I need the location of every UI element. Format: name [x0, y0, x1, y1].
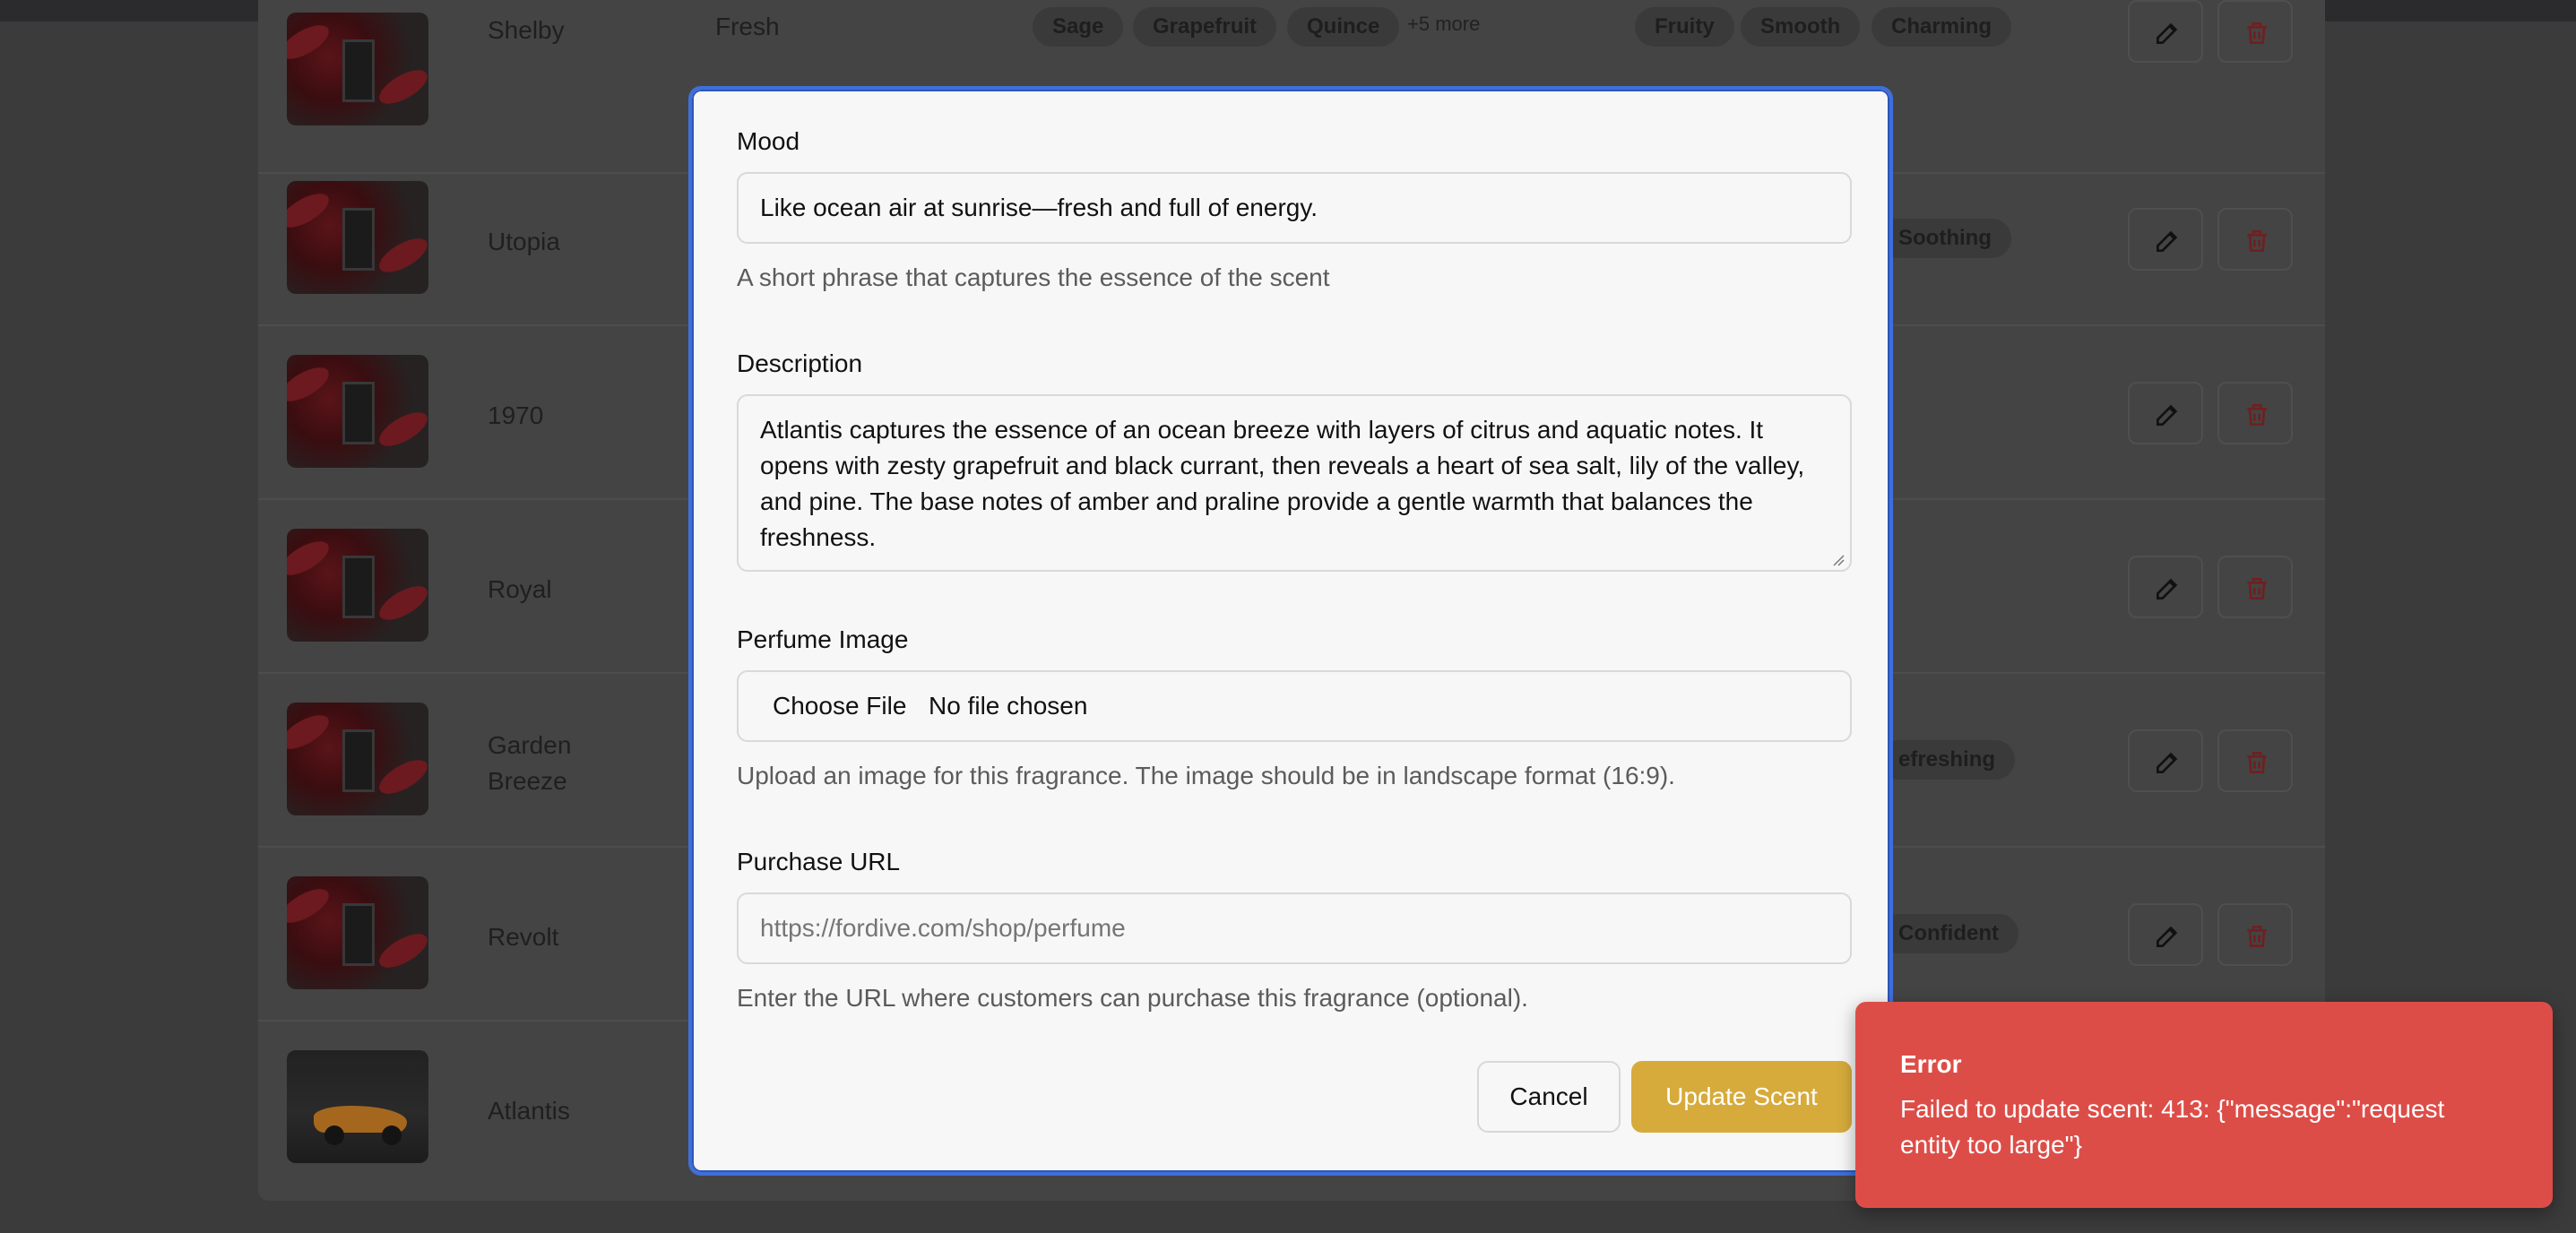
- cancel-button[interactable]: Cancel: [1477, 1061, 1621, 1133]
- choose-file-button[interactable]: Choose File: [773, 672, 906, 740]
- delete-button[interactable]: [2217, 556, 2293, 618]
- edit-button[interactable]: [2128, 556, 2203, 618]
- delete-button[interactable]: [2217, 382, 2293, 444]
- trash-icon: [2247, 578, 2267, 599]
- scent-thumbnail: [287, 181, 428, 294]
- mood-hint: A short phrase that captures the essence…: [737, 263, 1330, 291]
- delete-button[interactable]: [2217, 729, 2293, 792]
- scent-name: Garden Breeze: [488, 731, 572, 795]
- image-hint: Upload an image for this fragrance. The …: [737, 762, 1675, 789]
- scent-thumbnail: [287, 876, 428, 989]
- trash-icon: [2247, 404, 2267, 426]
- toast-title: Error: [1900, 1050, 1962, 1078]
- edit-icon: [2157, 752, 2178, 773]
- update-scent-button[interactable]: Update Scent: [1631, 1061, 1852, 1133]
- edit-scent-modal: Mood A short phrase that captures the es…: [688, 86, 1893, 1176]
- purchase-url-input[interactable]: [737, 892, 1852, 964]
- edit-icon: [2157, 404, 2178, 426]
- scent-thumbnail: [287, 13, 428, 125]
- edit-icon: [2157, 578, 2178, 599]
- purchase-url-hint: Enter the URL where customers can purcha…: [737, 984, 1528, 1012]
- mood-tag: Smooth: [1741, 7, 1861, 47]
- image-file-input[interactable]: Choose File No file chosen: [737, 670, 1852, 742]
- image-label: Perfume Image: [737, 625, 909, 653]
- more-notes-count: +5 more: [1407, 13, 1481, 35]
- edit-icon: [2157, 230, 2178, 252]
- note-tag: Sage: [1033, 7, 1124, 47]
- trash-icon: [2247, 926, 2267, 947]
- scent-name: Atlantis: [488, 1097, 570, 1125]
- trash-icon: [2247, 22, 2267, 44]
- scent-name: 1970: [488, 401, 544, 429]
- mood-tag: Soothing: [1879, 219, 2011, 258]
- scent-name: Royal: [488, 575, 552, 603]
- purchase-url-label: Purchase URL: [737, 848, 901, 875]
- scent-thumbnail: [287, 703, 428, 815]
- mood-tag: Fruity: [1635, 7, 1734, 47]
- mood-tag: Charming: [1871, 7, 2012, 47]
- scent-name: Shelby: [488, 16, 565, 44]
- file-status: No file chosen: [929, 692, 1088, 720]
- edit-button[interactable]: [2128, 0, 2203, 63]
- description-wrapper: Atlantis captures the essence of an ocea…: [692, 394, 1897, 572]
- trash-icon: [2247, 752, 2267, 773]
- edit-icon: [2157, 926, 2178, 947]
- resize-grip-icon[interactable]: [1832, 554, 1845, 566]
- mood-label: Mood: [737, 127, 800, 155]
- scent-name: Utopia: [488, 228, 560, 255]
- delete-button[interactable]: [2217, 0, 2293, 63]
- edit-button[interactable]: [2128, 382, 2203, 444]
- edit-button[interactable]: [2128, 729, 2203, 792]
- error-toast[interactable]: Error Failed to update scent: 413: {"mes…: [1855, 1002, 2553, 1208]
- edit-button[interactable]: [2128, 208, 2203, 271]
- scent-type: Fresh: [715, 13, 780, 40]
- edit-icon: [2157, 22, 2178, 44]
- toast-message: Failed to update scent: 413: {"message":…: [1900, 1095, 2445, 1159]
- scent-thumbnail: [287, 355, 428, 468]
- scent-name: Revolt: [488, 923, 559, 951]
- mood-tag: Confident: [1879, 914, 2018, 953]
- note-tag: Grapefruit: [1133, 7, 1277, 47]
- mood-input[interactable]: [737, 172, 1852, 244]
- scent-thumbnail: [287, 1050, 428, 1163]
- scent-thumbnail: [287, 529, 428, 642]
- edit-button[interactable]: [2128, 903, 2203, 966]
- description-label: Description: [737, 349, 863, 377]
- mood-tag: efreshing: [1879, 740, 2016, 780]
- description-textarea[interactable]: Atlantis captures the essence of an ocea…: [737, 394, 1852, 572]
- note-tag: Quince: [1287, 7, 1400, 47]
- trash-icon: [2247, 230, 2267, 252]
- delete-button[interactable]: [2217, 208, 2293, 271]
- delete-button[interactable]: [2217, 903, 2293, 966]
